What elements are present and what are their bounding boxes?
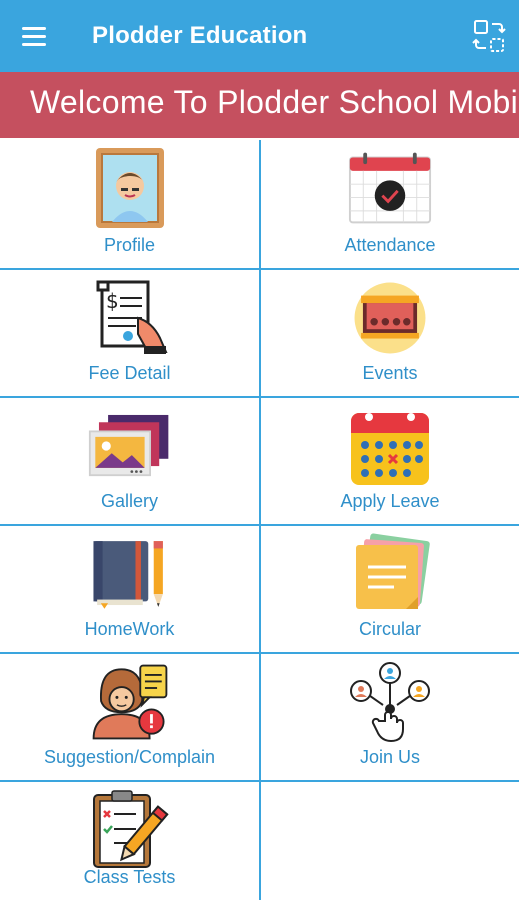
tile-events[interactable]: Events — [261, 270, 519, 396]
events-stage-icon — [348, 276, 432, 360]
welcome-banner: Welcome To Plodder School Mobi — [0, 72, 519, 138]
hamburger-menu-icon[interactable] — [14, 18, 54, 54]
fee-receipt-icon: $ — [88, 276, 172, 360]
tile-label: Attendance — [344, 235, 436, 255]
tile-label: Join Us — [359, 747, 421, 767]
svg-text:$: $ — [106, 289, 119, 313]
tile-label: Class Tests — [83, 867, 176, 887]
dashboard-grid: Profile Attendance $ Fee Detail Events G… — [0, 140, 519, 900]
gallery-photos-icon — [88, 404, 172, 488]
tile-fee-detail[interactable]: $ Fee Detail — [0, 270, 259, 396]
tile-empty — [261, 782, 519, 900]
tile-label: HomeWork — [84, 619, 175, 639]
join-us-network-icon — [348, 660, 432, 744]
leave-calendar-icon — [348, 404, 432, 488]
circular-notes-icon — [348, 532, 432, 616]
tile-attendance[interactable]: Attendance — [261, 140, 519, 268]
tile-label: Gallery — [100, 491, 158, 511]
tile-suggestion-complain[interactable]: Suggestion/Complain — [0, 654, 259, 780]
grid-divider — [259, 140, 261, 900]
tile-join-us[interactable]: Join Us — [261, 654, 519, 780]
tile-class-tests[interactable]: Class Tests — [0, 782, 259, 900]
tile-label: Circular — [358, 619, 421, 639]
top-app-bar: Plodder Education — [0, 0, 519, 72]
tile-circular[interactable]: Circular — [261, 526, 519, 652]
suggestion-complain-icon — [88, 660, 172, 744]
profile-portrait-icon — [88, 146, 172, 230]
app-screen: Plodder Education Welcome To Plodder Sch… — [0, 0, 519, 900]
tile-label: Apply Leave — [340, 491, 440, 511]
homework-notebook-icon — [88, 532, 172, 616]
tile-homework[interactable]: HomeWork — [0, 526, 259, 652]
switch-account-icon[interactable] — [471, 18, 507, 54]
calendar-check-icon — [348, 146, 432, 230]
welcome-marquee-text: Welcome To Plodder School Mobi — [30, 84, 519, 120]
tile-apply-leave[interactable]: Apply Leave — [261, 398, 519, 524]
tile-label: Events — [362, 363, 418, 383]
tile-gallery[interactable]: Gallery — [0, 398, 259, 524]
tile-label: Suggestion/Complain — [43, 747, 216, 767]
tile-label: Profile — [103, 235, 156, 255]
tile-profile[interactable]: Profile — [0, 140, 259, 268]
tile-label: Fee Detail — [88, 363, 171, 383]
class-tests-clipboard-icon — [88, 788, 172, 872]
app-title: Plodder Education — [92, 22, 308, 49]
